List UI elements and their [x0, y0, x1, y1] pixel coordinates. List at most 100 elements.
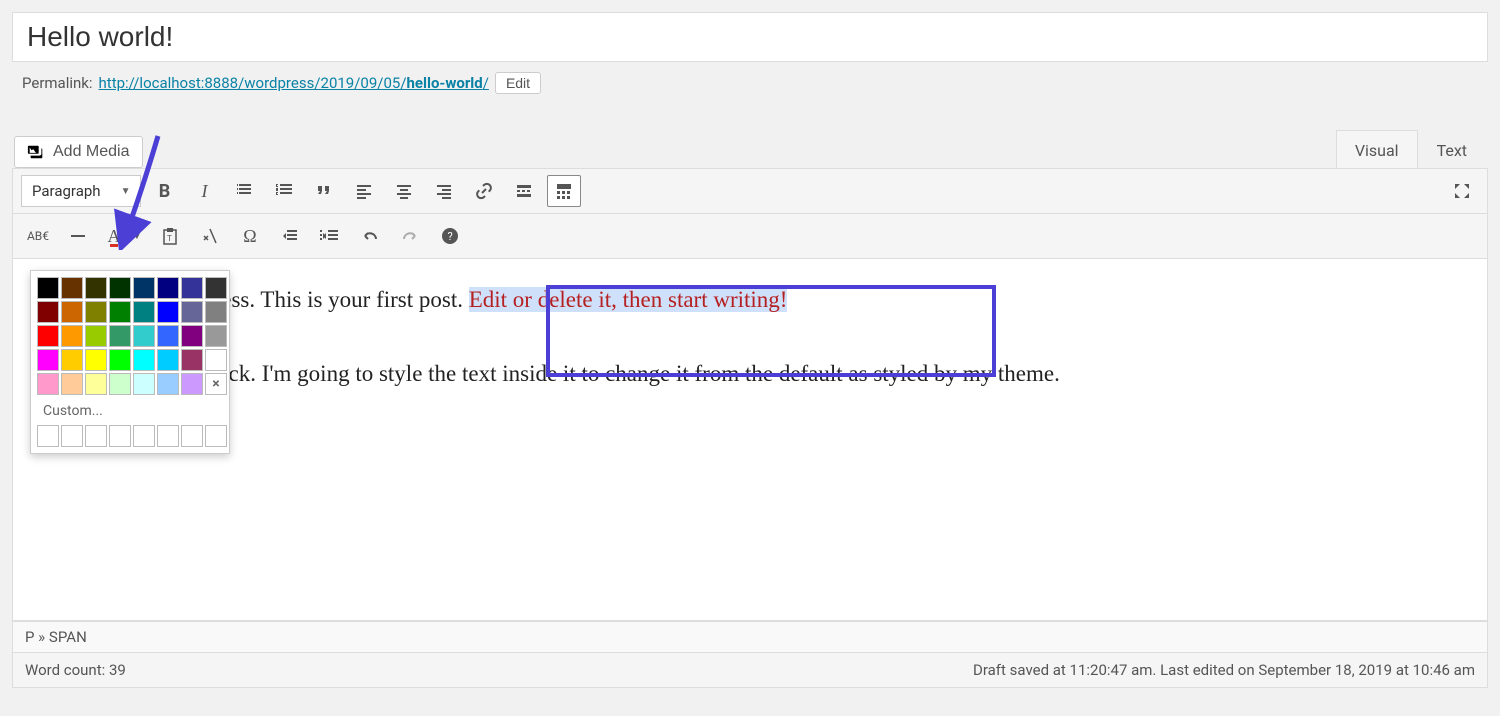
toolbar-toggle-button[interactable] — [547, 175, 581, 207]
custom-swatch[interactable] — [61, 425, 83, 447]
undo-button[interactable] — [353, 220, 387, 252]
color-swatch-grid: × — [37, 277, 223, 395]
color-swatch[interactable] — [181, 349, 203, 371]
color-swatch[interactable] — [109, 349, 131, 371]
highlighted-span: Edit or delete it, then start writing! — [469, 287, 788, 312]
color-swatch[interactable] — [133, 301, 155, 323]
color-swatch[interactable] — [109, 277, 131, 299]
color-swatch[interactable] — [109, 301, 131, 323]
bold-button[interactable]: B — [147, 175, 181, 207]
outdent-button[interactable] — [273, 220, 307, 252]
color-swatch[interactable] — [61, 325, 83, 347]
paragraph-2: This is a paragrapblock. I'm going to st… — [35, 361, 1465, 387]
horizontal-rule-button[interactable] — [61, 220, 95, 252]
color-swatch[interactable] — [205, 301, 227, 323]
align-center-button[interactable] — [387, 175, 421, 207]
strikethrough-button[interactable]: AB€ — [21, 220, 55, 252]
color-swatch[interactable] — [133, 277, 155, 299]
color-swatch[interactable] — [85, 325, 107, 347]
align-right-button[interactable] — [427, 175, 461, 207]
color-swatch[interactable] — [205, 349, 227, 371]
text-color-button[interactable]: A — [101, 220, 127, 252]
numbered-list-button[interactable] — [267, 175, 301, 207]
editor-status-bar: Word count: 39 Draft saved at 11:20:47 a… — [12, 652, 1488, 688]
text-color-dropdown[interactable]: ▼ — [127, 220, 147, 252]
color-swatch[interactable] — [37, 277, 59, 299]
color-swatch[interactable] — [157, 349, 179, 371]
paste-text-button[interactable]: T — [153, 220, 187, 252]
special-char-button[interactable]: Ω — [233, 220, 267, 252]
color-swatch[interactable] — [61, 349, 83, 371]
color-swatch[interactable] — [85, 277, 107, 299]
element-path[interactable]: P » SPAN — [12, 621, 1488, 652]
color-swatch[interactable] — [37, 325, 59, 347]
no-color-swatch[interactable]: × — [205, 373, 227, 395]
color-swatch[interactable] — [85, 301, 107, 323]
color-swatch[interactable] — [157, 325, 179, 347]
permalink-link[interactable]: http://localhost:8888/wordpress/2019/09/… — [99, 74, 489, 92]
color-picker-popup: × Custom... — [30, 270, 230, 454]
color-swatch[interactable] — [37, 373, 59, 395]
color-swatch[interactable] — [61, 277, 83, 299]
italic-button[interactable]: I — [187, 175, 221, 207]
custom-color-row — [37, 425, 223, 447]
help-button[interactable]: ? — [433, 220, 467, 252]
permalink-label: Permalink: — [22, 74, 93, 92]
editor-content-area[interactable]: Welcome to WordPress. This is your first… — [12, 259, 1488, 621]
clear-formatting-button[interactable] — [193, 220, 227, 252]
text-color-indicator — [110, 244, 118, 247]
color-swatch[interactable] — [37, 349, 59, 371]
custom-color-button[interactable]: Custom... — [37, 399, 223, 425]
color-swatch[interactable] — [85, 373, 107, 395]
color-swatch[interactable] — [61, 301, 83, 323]
color-swatch[interactable] — [37, 301, 59, 323]
custom-swatch[interactable] — [157, 425, 179, 447]
custom-swatch[interactable] — [85, 425, 107, 447]
redo-button[interactable] — [393, 220, 427, 252]
permalink-row: Permalink: http://localhost:8888/wordpre… — [12, 72, 1488, 94]
color-swatch[interactable] — [109, 325, 131, 347]
color-swatch[interactable] — [61, 373, 83, 395]
chevron-down-icon: ▼ — [121, 186, 131, 197]
indent-button[interactable] — [313, 220, 347, 252]
color-swatch[interactable] — [85, 349, 107, 371]
format-select[interactable]: Paragraph ▼ — [21, 175, 141, 207]
color-swatch[interactable] — [181, 277, 203, 299]
tab-text[interactable]: Text — [1418, 130, 1486, 168]
color-swatch[interactable] — [205, 277, 227, 299]
custom-swatch[interactable] — [37, 425, 59, 447]
color-swatch[interactable] — [205, 325, 227, 347]
color-swatch[interactable] — [181, 373, 203, 395]
tab-visual[interactable]: Visual — [1336, 130, 1418, 168]
link-button[interactable] — [467, 175, 501, 207]
custom-swatch[interactable] — [109, 425, 131, 447]
fullscreen-button[interactable] — [1445, 175, 1479, 207]
color-swatch[interactable] — [157, 373, 179, 395]
paragraph-1: Welcome to WordPress. This is your first… — [35, 287, 1465, 313]
color-swatch[interactable] — [157, 277, 179, 299]
blockquote-button[interactable] — [307, 175, 341, 207]
add-media-button[interactable]: Add Media — [14, 136, 143, 168]
color-swatch[interactable] — [109, 373, 131, 395]
word-count: Word count: 39 — [25, 661, 126, 679]
edit-permalink-button[interactable]: Edit — [495, 72, 541, 94]
editor-mode-tabs: Visual Text — [1336, 130, 1486, 168]
editor-toolbar-row2: AB€ A ▼ T Ω ? — [12, 214, 1488, 259]
align-left-button[interactable] — [347, 175, 381, 207]
color-swatch[interactable] — [157, 301, 179, 323]
post-title-input[interactable] — [12, 12, 1488, 62]
custom-swatch[interactable] — [205, 425, 227, 447]
custom-swatch[interactable] — [133, 425, 155, 447]
svg-text:?: ? — [448, 230, 453, 243]
save-status: Draft saved at 11:20:47 am. Last edited … — [973, 661, 1475, 679]
color-swatch[interactable] — [133, 325, 155, 347]
bullet-list-button[interactable] — [227, 175, 261, 207]
color-swatch[interactable] — [181, 325, 203, 347]
color-swatch[interactable] — [133, 373, 155, 395]
media-icon — [27, 143, 45, 161]
read-more-button[interactable] — [507, 175, 541, 207]
color-swatch[interactable] — [181, 301, 203, 323]
editor-toolbar-row1: Paragraph ▼ B I — [12, 168, 1488, 214]
custom-swatch[interactable] — [181, 425, 203, 447]
color-swatch[interactable] — [133, 349, 155, 371]
